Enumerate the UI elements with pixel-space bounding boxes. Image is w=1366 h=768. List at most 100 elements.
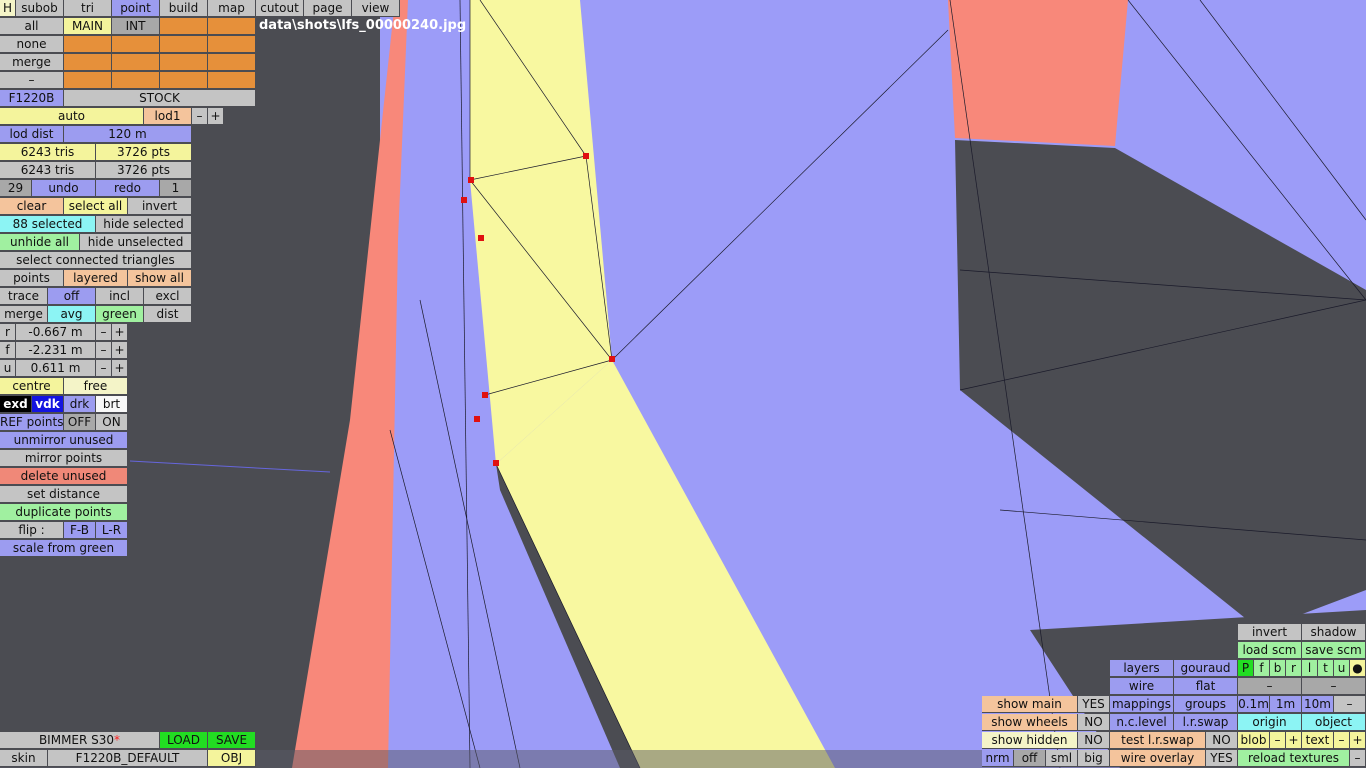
blob-button[interactable]: blob: [1238, 732, 1270, 749]
group-slot[interactable]: [64, 54, 112, 71]
mappings-button[interactable]: mappings: [1110, 696, 1174, 713]
show-wheels-no[interactable]: NO: [1078, 714, 1110, 731]
invert-shadow-button[interactable]: invert: [1238, 624, 1302, 641]
group-slot[interactable]: [160, 54, 208, 71]
save-button[interactable]: SAVE: [208, 732, 256, 749]
set-distance-button[interactable]: set distance: [0, 486, 128, 503]
merge-green-button[interactable]: green: [96, 306, 144, 323]
nc-level-button[interactable]: n.c.level: [1110, 714, 1174, 731]
gouraud-button[interactable]: gouraud: [1174, 660, 1238, 677]
lod-plus-button[interactable]: +: [208, 108, 224, 125]
r-minus-button[interactable]: –: [96, 324, 112, 341]
skin-name[interactable]: F1220B_DEFAULT: [48, 750, 208, 767]
flag-b[interactable]: b: [1270, 660, 1286, 677]
sml-button[interactable]: sml: [1046, 750, 1078, 767]
load-button[interactable]: LOAD: [160, 732, 208, 749]
test-lr-swap-no[interactable]: NO: [1206, 732, 1238, 749]
duplicate-points-button[interactable]: duplicate points: [0, 504, 128, 521]
group-slot[interactable]: [112, 72, 160, 89]
tab-h[interactable]: H: [0, 0, 16, 17]
tab-build[interactable]: build: [160, 0, 208, 17]
reload-textures-button[interactable]: reload textures: [1238, 750, 1350, 767]
blob-minus-button[interactable]: –: [1270, 732, 1286, 749]
show-hidden-no[interactable]: NO: [1078, 732, 1110, 749]
trace-off-button[interactable]: off: [48, 288, 96, 305]
step-10m-button[interactable]: 10m: [1302, 696, 1334, 713]
group-slot[interactable]: [160, 72, 208, 89]
layers-button[interactable]: layers: [1110, 660, 1174, 677]
delete-unused-button[interactable]: delete unused: [0, 468, 128, 485]
u-minus-button[interactable]: –: [96, 360, 112, 377]
flip-fb-button[interactable]: F-B: [64, 522, 96, 539]
show-main-yes[interactable]: YES: [1078, 696, 1110, 713]
merge-dist-button[interactable]: dist: [144, 306, 192, 323]
flip-lr-button[interactable]: L-R: [96, 522, 128, 539]
dash-right-button[interactable]: –: [1302, 678, 1366, 695]
unhide-all-button[interactable]: unhide all: [0, 234, 80, 251]
all-button[interactable]: all: [0, 18, 64, 35]
vdk-button[interactable]: vdk: [32, 396, 64, 413]
show-hidden-button[interactable]: show hidden: [982, 732, 1078, 749]
blob-plus-button[interactable]: +: [1286, 732, 1302, 749]
flat-button[interactable]: flat: [1174, 678, 1238, 695]
r-value[interactable]: -0.667 m: [16, 324, 96, 341]
trace-excl-button[interactable]: excl: [144, 288, 192, 305]
wire-overlay-button[interactable]: wire overlay: [1110, 750, 1206, 767]
lod-dist-value[interactable]: 120 m: [64, 126, 192, 143]
stock-button[interactable]: STOCK: [64, 90, 256, 107]
ref-on-button[interactable]: ON: [96, 414, 128, 431]
drk-button[interactable]: drk: [64, 396, 96, 413]
f-plus-button[interactable]: +: [112, 342, 128, 359]
merge-avg-button[interactable]: avg: [48, 306, 96, 323]
wire-button[interactable]: wire: [1110, 678, 1174, 695]
tab-view[interactable]: view: [352, 0, 400, 17]
big-button[interactable]: big: [1078, 750, 1110, 767]
wire-overlay-yes[interactable]: YES: [1206, 750, 1238, 767]
flag-t[interactable]: t: [1318, 660, 1334, 677]
redo-button[interactable]: redo: [96, 180, 160, 197]
flag-p[interactable]: P: [1238, 660, 1254, 677]
f-minus-button[interactable]: –: [96, 342, 112, 359]
select-all-button[interactable]: select all: [64, 198, 128, 215]
points-button[interactable]: points: [0, 270, 64, 287]
clear-button[interactable]: clear: [0, 198, 64, 215]
group-slot[interactable]: [208, 72, 256, 89]
step-1m-button[interactable]: 1m: [1270, 696, 1302, 713]
step-01m-button[interactable]: 0.1m: [1238, 696, 1270, 713]
int-group-button[interactable]: INT: [112, 18, 160, 35]
lr-swap-button[interactable]: l.r.swap: [1174, 714, 1238, 731]
dash-left-button[interactable]: –: [1238, 678, 1302, 695]
tab-map[interactable]: map: [208, 0, 256, 17]
text-minus-button[interactable]: –: [1334, 732, 1350, 749]
group-slot[interactable]: [160, 36, 208, 53]
off-button[interactable]: off: [1014, 750, 1046, 767]
show-all-button[interactable]: show all: [128, 270, 192, 287]
group-slot[interactable]: [112, 36, 160, 53]
centre-button[interactable]: centre: [0, 378, 64, 395]
obj-button[interactable]: OBJ: [208, 750, 256, 767]
flag-l[interactable]: l: [1302, 660, 1318, 677]
lod-auto-button[interactable]: auto: [0, 108, 144, 125]
undo-button[interactable]: undo: [32, 180, 96, 197]
lod-minus-button[interactable]: –: [192, 108, 208, 125]
save-scm-button[interactable]: save scm: [1302, 642, 1366, 659]
tab-subob[interactable]: subob: [16, 0, 64, 17]
main-group-button[interactable]: MAIN: [64, 18, 112, 35]
unmirror-unused-button[interactable]: unmirror unused: [0, 432, 128, 449]
lod1-button[interactable]: lod1: [144, 108, 192, 125]
groups-button[interactable]: groups: [1174, 696, 1238, 713]
reload-minus-button[interactable]: –: [1350, 750, 1366, 767]
layered-button[interactable]: layered: [64, 270, 128, 287]
free-button[interactable]: free: [64, 378, 128, 395]
tab-tri[interactable]: tri: [64, 0, 112, 17]
u-plus-button[interactable]: +: [112, 360, 128, 377]
flag-r[interactable]: r: [1286, 660, 1302, 677]
flag-dot-icon[interactable]: ●: [1350, 660, 1366, 677]
scale-from-green-button[interactable]: scale from green: [0, 540, 128, 557]
exd-button[interactable]: exd: [0, 396, 32, 413]
ref-off-button[interactable]: OFF: [64, 414, 96, 431]
select-connected-button[interactable]: select connected triangles: [0, 252, 192, 269]
tab-cutout[interactable]: cutout: [256, 0, 304, 17]
tab-point[interactable]: point: [112, 0, 160, 17]
trace-incl-button[interactable]: incl: [96, 288, 144, 305]
